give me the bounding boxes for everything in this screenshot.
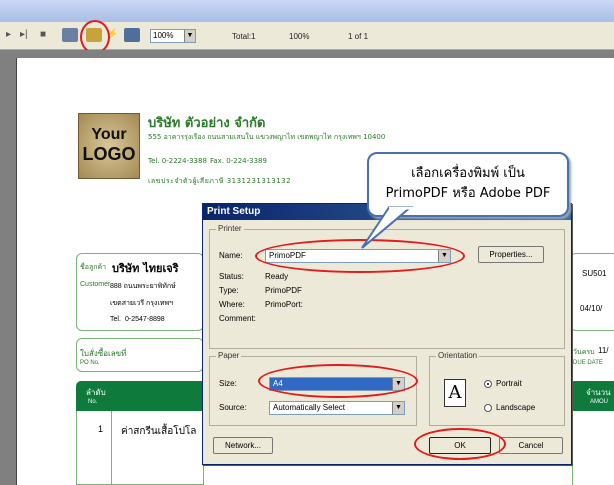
zoom-select[interactable]: 100% ▼ [150,29,196,43]
callout-pointer [361,206,414,249]
company-tel: Tel. 0-2224-3388 [148,157,207,165]
total-label: Total:1 [232,32,256,41]
due-value: 11/ [598,346,609,355]
cancel-button[interactable]: Cancel [499,437,563,454]
type-value: PrimoPDF [265,286,302,295]
logo-text-1: Your [91,126,127,143]
doc-info-box [570,253,614,331]
table-row-1-desc: ค่าสกรีนเสื้อโปโล [121,426,197,437]
table-row-1-no: 1 [98,424,104,434]
company-taxid: เลขประจำตัวผู้เสียภาษี 3131231313132 [148,177,292,185]
customer-code: SU501 [582,269,607,278]
orientation-group-label: Orientation [436,351,480,360]
status-label: Status: [219,272,244,281]
customer-address-2: เขตสายเวรี กรุงเทพฯ [110,300,174,307]
page-counter: 1 of 1 [348,32,369,41]
logo-text-2: LOGO [82,144,136,164]
status-value: Ready [265,272,289,281]
portrait-radio[interactable] [484,380,492,388]
source-label: Source: [219,403,247,412]
properties-button[interactable]: Properties... [478,246,544,263]
company-address: 555 อาคารรุ่งเรือง ถนนสามเสนใน แขวงพญาไท… [148,133,386,141]
stop-icon[interactable]: ■ [40,29,46,40]
callout-line-1: เลือกเครื่องพิมพ์ เป็น [411,166,525,181]
page-orientation-icon: A [444,379,466,407]
where-label: Where: [219,300,245,309]
name-label: Name: [219,251,243,260]
customer-label-en: Customer [80,281,111,288]
col-amount-th: จำนวน [586,388,611,397]
company-logo: Your LOGO [78,113,140,179]
prev-page-icon[interactable]: ▸ [6,29,11,40]
due-label-th: วันครบ [573,349,595,356]
customer-label-th: ชื่อลูกค้า [80,264,107,271]
paper-source-select[interactable]: Automatically Select ▼ [269,401,405,415]
chevron-down-icon: ▼ [184,30,195,42]
portrait-label: Portrait [496,379,522,388]
zoom-percent: 100% [289,32,310,41]
due-label-en: DUE DATE [573,360,603,366]
printer-group-label: Printer [216,224,244,233]
title-bar [0,0,614,22]
toolbar: ▸ ▸| ■ ⚡ 100% ▼ Total:1 100% 1 of 1 [0,20,614,54]
table-divider [111,411,112,485]
customer-tel: 0-2547-8898 [125,316,165,323]
doc-date: 04/10/ [580,304,603,313]
print-icon[interactable] [62,28,78,42]
chevron-down-icon: ▼ [392,402,404,414]
callout-line-2: PrimoPDF หรือ Adobe PDF [385,186,551,201]
company-fax: Fax. 0-224-3389 [210,157,267,165]
landscape-radio[interactable] [484,404,492,412]
highlight-paper-size [258,364,418,398]
landscape-label: Landscape [496,403,536,412]
type-label: Type: [219,286,239,295]
col-no-th: ลำดับ [86,388,106,397]
customer-tel-label: Tel. [110,316,121,323]
paper-source-value: Automatically Select [273,403,346,412]
network-button[interactable]: Network... [213,437,273,454]
po-label-en: PO No. [80,360,100,366]
zoom-value: 100% [153,31,174,40]
company-name: บริษัท ตัวอย่าง จำกัด [148,116,266,131]
search-icon[interactable] [124,28,140,42]
customer-name: บริษัท ไทยเจริ [112,262,179,275]
size-label: Size: [219,379,237,388]
table-body-left [76,411,204,485]
col-amount-en: AMOU [590,399,608,405]
customer-address-1: 888 ถนนพระยาพิทักษ์ [110,283,176,290]
col-no-en: No. [88,399,98,405]
table-body-right [572,411,614,485]
comment-label: Comment: [219,314,256,323]
where-value: PrimoPort: [265,300,303,309]
po-label-th: ใบสั่งซื้อเลขที่ [80,349,127,358]
highlight-printer-setup [80,20,110,54]
last-page-icon[interactable]: ▸| [20,29,28,40]
paper-group-label: Paper [216,351,242,360]
highlight-ok-button [414,428,506,460]
